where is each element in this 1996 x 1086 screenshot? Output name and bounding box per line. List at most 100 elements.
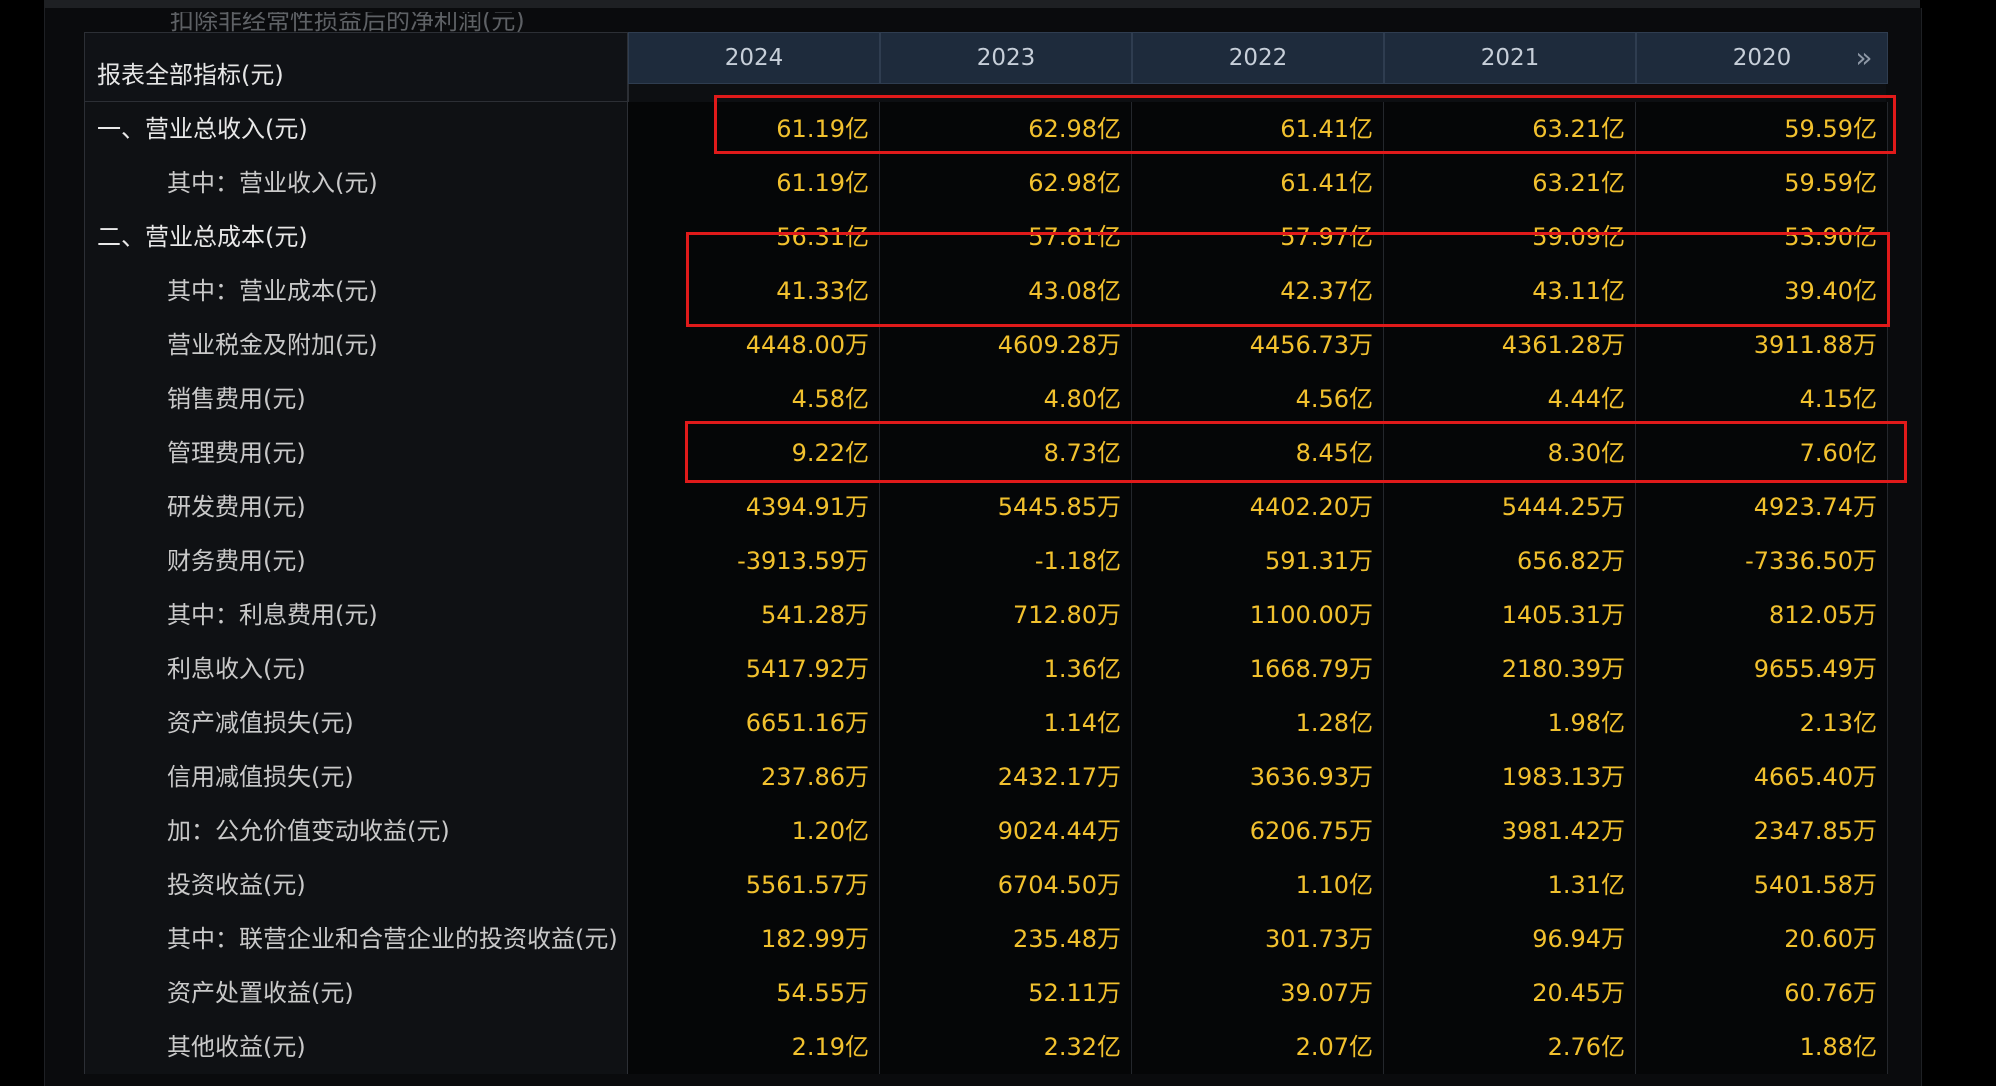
value-cell-2020: 2347.85万: [1636, 804, 1888, 858]
value-cell-2020: 39.40亿: [1636, 264, 1888, 318]
value-cell-2022: 2.07亿: [1132, 1020, 1384, 1074]
value-cell-2022: 1.10亿: [1132, 858, 1384, 912]
value-cell-2021: 63.21亿: [1384, 102, 1636, 156]
value-cell-2021: 656.82万: [1384, 534, 1636, 588]
row-label: 财务费用(元): [84, 534, 628, 588]
row-label: 其中：营业成本(元): [84, 264, 628, 318]
value-cell-2024: 6651.16万: [628, 696, 880, 750]
value-cell-2024: 9.22亿: [628, 426, 880, 480]
value-cell-2024: 41.33亿: [628, 264, 880, 318]
value-cell-2023: 52.11万: [880, 966, 1132, 1020]
table-row[interactable]: 资产减值损失(元) 6651.16万 1.14亿 1.28亿 1.98亿 2.13亿: [84, 696, 1888, 750]
table-row[interactable]: 其他收益(元) 2.19亿 2.32亿 2.07亿 2.76亿 1.88亿: [84, 1020, 1888, 1074]
value-cell-2024: 4448.00万: [628, 318, 880, 372]
value-cell-2021: 8.30亿: [1384, 426, 1636, 480]
value-cell-2021: 20.45万: [1384, 966, 1636, 1020]
value-cell-2020: 2.13亿: [1636, 696, 1888, 750]
value-cell-2024: 4.58亿: [628, 372, 880, 426]
year-header-2021[interactable]: 2021: [1384, 32, 1636, 84]
value-cell-2022: 1.28亿: [1132, 696, 1384, 750]
row-label: 资产处置收益(元): [84, 966, 628, 1020]
year-header-2020[interactable]: 2020 »: [1636, 32, 1888, 84]
value-cell-2023: 8.73亿: [880, 426, 1132, 480]
value-cell-2024: 5417.92万: [628, 642, 880, 696]
row-label: 加：公允价值变动收益(元): [84, 804, 628, 858]
value-cell-2022: 591.31万: [1132, 534, 1384, 588]
value-cell-2022: 4456.73万: [1132, 318, 1384, 372]
value-cell-2021: 1.31亿: [1384, 858, 1636, 912]
row-label: 资产减值损失(元): [84, 696, 628, 750]
row-label: 信用减值损失(元): [84, 750, 628, 804]
value-cell-2020: 59.59亿: [1636, 102, 1888, 156]
value-cell-2020: 20.60万: [1636, 912, 1888, 966]
table-row[interactable]: 其中：营业收入(元) 61.19亿 62.98亿 61.41亿 63.21亿 59.59亿: [84, 156, 1888, 210]
table-row[interactable]: 二、营业总成本(元) 56.31亿 57.81亿 57.97亿 59.09亿 53.90亿: [84, 210, 1888, 264]
value-cell-2020: 9655.49万: [1636, 642, 1888, 696]
value-cell-2021: 2.76亿: [1384, 1020, 1636, 1074]
value-cell-2023: 5445.85万: [880, 480, 1132, 534]
row-label: 投资收益(元): [84, 858, 628, 912]
table-row[interactable]: 投资收益(元) 5561.57万 6704.50万 1.10亿 1.31亿 5401.58…: [84, 858, 1888, 912]
value-cell-2022: 39.07万: [1132, 966, 1384, 1020]
table-row[interactable]: 销售费用(元) 4.58亿 4.80亿 4.56亿 4.44亿 4.15亿: [84, 372, 1888, 426]
year-header-2024[interactable]: 2024: [628, 32, 880, 84]
value-cell-2024: 237.86万: [628, 750, 880, 804]
value-cell-2024: 61.19亿: [628, 102, 880, 156]
value-cell-2022: 301.73万: [1132, 912, 1384, 966]
value-cell-2021: 43.11亿: [1384, 264, 1636, 318]
value-cell-2024: 61.19亿: [628, 156, 880, 210]
value-cell-2024: 541.28万: [628, 588, 880, 642]
metric-column-header: 报表全部指标(元): [84, 32, 628, 102]
table-row[interactable]: 管理费用(元) 9.22亿 8.73亿 8.45亿 8.30亿 7.60亿: [84, 426, 1888, 480]
table-row[interactable]: 营业税金及附加(元) 4448.00万 4609.28万 4456.73万 4361.2…: [84, 318, 1888, 372]
year-header-2020-label: 2020: [1732, 45, 1792, 71]
value-cell-2024: 5561.57万: [628, 858, 880, 912]
value-cell-2023: 57.81亿: [880, 210, 1132, 264]
value-cell-2023: 4609.28万: [880, 318, 1132, 372]
value-cell-2022: 42.37亿: [1132, 264, 1384, 318]
table-row[interactable]: 其中：利息费用(元) 541.28万 712.80万 1100.00万 1405.31万…: [84, 588, 1888, 642]
table-row[interactable]: 其中：联营企业和合营企业的投资收益(元) 182.99万 235.48万 301.73…: [84, 912, 1888, 966]
year-header-2023[interactable]: 2023: [880, 32, 1132, 84]
value-cell-2023: 6704.50万: [880, 858, 1132, 912]
value-cell-2022: 8.45亿: [1132, 426, 1384, 480]
double-chevron-right-icon[interactable]: »: [1851, 44, 1877, 72]
value-cell-2023: 4.80亿: [880, 372, 1132, 426]
table-row[interactable]: 研发费用(元) 4394.91万 5445.85万 4402.20万 5444.25万 4…: [84, 480, 1888, 534]
value-cell-2022: 4402.20万: [1132, 480, 1384, 534]
year-header-2022[interactable]: 2022: [1132, 32, 1384, 84]
row-label: 管理费用(元): [84, 426, 628, 480]
row-label: 其他收益(元): [84, 1020, 628, 1074]
row-label: 销售费用(元): [84, 372, 628, 426]
table-row[interactable]: 加：公允价值变动收益(元) 1.20亿 9024.44万 6206.75万 3981.4…: [84, 804, 1888, 858]
value-cell-2023: 2.32亿: [880, 1020, 1132, 1074]
table-row[interactable]: 财务费用(元) -3913.59万 -1.18亿 591.31万 656.82万 -733…: [84, 534, 1888, 588]
value-cell-2020: 59.59亿: [1636, 156, 1888, 210]
value-cell-2020: 4.15亿: [1636, 372, 1888, 426]
value-cell-2023: 62.98亿: [880, 156, 1132, 210]
value-cell-2020: 53.90亿: [1636, 210, 1888, 264]
value-cell-2020: 7.60亿: [1636, 426, 1888, 480]
value-cell-2023: 712.80万: [880, 588, 1132, 642]
row-label: 利息收入(元): [84, 642, 628, 696]
value-cell-2022: 61.41亿: [1132, 156, 1384, 210]
table-row[interactable]: 利息收入(元) 5417.92万 1.36亿 1668.79万 2180.39万 9655…: [84, 642, 1888, 696]
header-spacer: [628, 84, 1886, 102]
value-cell-2023: 235.48万: [880, 912, 1132, 966]
table-row[interactable]: 其中：营业成本(元) 41.33亿 43.08亿 42.37亿 43.11亿 39.40亿: [84, 264, 1888, 318]
value-cell-2021: 4361.28万: [1384, 318, 1636, 372]
value-cell-2022: 6206.75万: [1132, 804, 1384, 858]
value-cell-2022: 1668.79万: [1132, 642, 1384, 696]
table-row[interactable]: 一、营业总收入(元) 61.19亿 62.98亿 61.41亿 63.21亿 59.59亿: [84, 102, 1888, 156]
value-cell-2024: 1.20亿: [628, 804, 880, 858]
value-cell-2020: -7336.50万: [1636, 534, 1888, 588]
value-cell-2023: 9024.44万: [880, 804, 1132, 858]
value-cell-2024: -3913.59万: [628, 534, 880, 588]
table-row[interactable]: 资产处置收益(元) 54.55万 52.11万 39.07万 20.45万 60.76万: [84, 966, 1888, 1020]
value-cell-2020: 4923.74万: [1636, 480, 1888, 534]
value-cell-2023: 1.36亿: [880, 642, 1132, 696]
value-cell-2021: 4.44亿: [1384, 372, 1636, 426]
value-cell-2021: 1405.31万: [1384, 588, 1636, 642]
table-row[interactable]: 信用减值损失(元) 237.86万 2432.17万 3636.93万 1983.13万…: [84, 750, 1888, 804]
value-cell-2020: 812.05万: [1636, 588, 1888, 642]
